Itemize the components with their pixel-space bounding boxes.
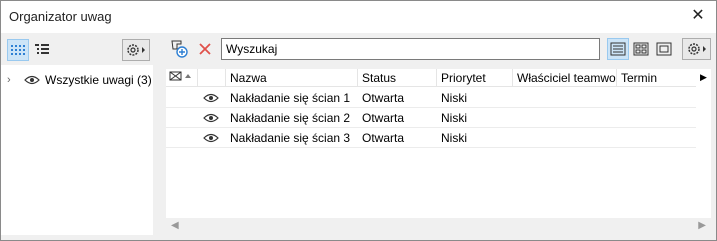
eye-icon[interactable] [203, 113, 219, 123]
chevron-right-icon[interactable]: ▶ [700, 72, 707, 83]
title-bar: Organizator uwag ✕ [1, 1, 716, 33]
right-settings-button[interactable] [682, 38, 711, 60]
table-row[interactable]: Nakładanie się ścian 1 Otwarta Niski [166, 88, 696, 108]
settings-gear-icon [687, 43, 706, 55]
settings-gear-icon [127, 44, 145, 56]
cell-priority: Niski [441, 111, 467, 125]
visibility-column-header[interactable] [198, 69, 226, 87]
cell-priority: Niski [441, 131, 467, 145]
search-input[interactable] [221, 38, 600, 60]
tree-view-icon [35, 44, 49, 54]
cell-name: Nakładanie się ścian 3 [230, 131, 351, 145]
window-title: Organizator uwag [9, 9, 112, 24]
table-row[interactable]: Nakładanie się ścian 2 Otwarta Niski [166, 108, 696, 128]
close-icon[interactable]: ✕ [688, 6, 708, 26]
table-header: Nazwa Status Priorytet Właściciel teamwo… [166, 69, 696, 87]
cell-status: Otwarta [362, 131, 405, 145]
cell-status: Otwarta [362, 91, 405, 105]
single-view-button[interactable] [653, 38, 675, 60]
cell-name: Nakładanie się ścian 2 [230, 111, 351, 125]
notes-tree: › Wszystkie uwagi (3) [1, 65, 153, 235]
eye-icon[interactable] [23, 75, 41, 85]
thumbnail-view-button[interactable] [630, 38, 652, 60]
column-header-name[interactable]: Nazwa [226, 69, 358, 87]
column-header-status[interactable]: Status [358, 69, 437, 87]
tree-item-all-notes[interactable]: › Wszystkie uwagi (3) [7, 71, 152, 89]
tree-view-button[interactable] [31, 39, 53, 61]
column-header-owner[interactable]: Właściciel teamwor [513, 69, 617, 87]
chevron-right-icon[interactable]: › [7, 74, 19, 86]
list-view-icon [610, 42, 626, 56]
column-header-priority[interactable]: Priorytet [437, 69, 513, 87]
header-scroll-right[interactable]: ▶ [696, 69, 711, 87]
scroll-right-icon[interactable]: ▶ [698, 220, 706, 231]
sort-icon [169, 71, 191, 81]
left-settings-button[interactable] [122, 39, 150, 61]
tree-item-label: Wszystkie uwagi (3) [45, 73, 152, 87]
cell-name: Nakładanie się ścian 1 [230, 91, 351, 105]
cell-priority: Niski [441, 91, 467, 105]
horizontal-scrollbar[interactable]: ◀ ▶ [166, 218, 711, 235]
notes-table: Nazwa Status Priorytet Właściciel teamwo… [166, 69, 711, 235]
table-row[interactable]: Nakładanie się ścian 3 Otwarta Niski [166, 128, 696, 148]
grid-view-icon [11, 45, 25, 55]
sort-column-header[interactable] [166, 69, 198, 87]
grid-view-button[interactable] [7, 39, 29, 61]
left-toolbar [1, 35, 153, 65]
cell-status: Otwarta [362, 111, 405, 125]
delete-icon [199, 43, 211, 55]
eye-icon[interactable] [203, 133, 219, 143]
note-organizer-window: Organizator uwag ✕ › Wszystkie uwagi (3)… [0, 0, 717, 241]
eye-icon[interactable] [203, 93, 219, 103]
column-header-deadline[interactable]: Termin [617, 69, 696, 87]
scroll-left-icon[interactable]: ◀ [171, 220, 179, 231]
single-view-icon [656, 42, 672, 56]
thumbnail-view-icon [633, 42, 649, 56]
delete-note-button[interactable] [194, 38, 216, 60]
add-note-icon [171, 40, 188, 58]
add-note-button[interactable] [168, 38, 190, 60]
list-view-button[interactable] [607, 38, 629, 60]
